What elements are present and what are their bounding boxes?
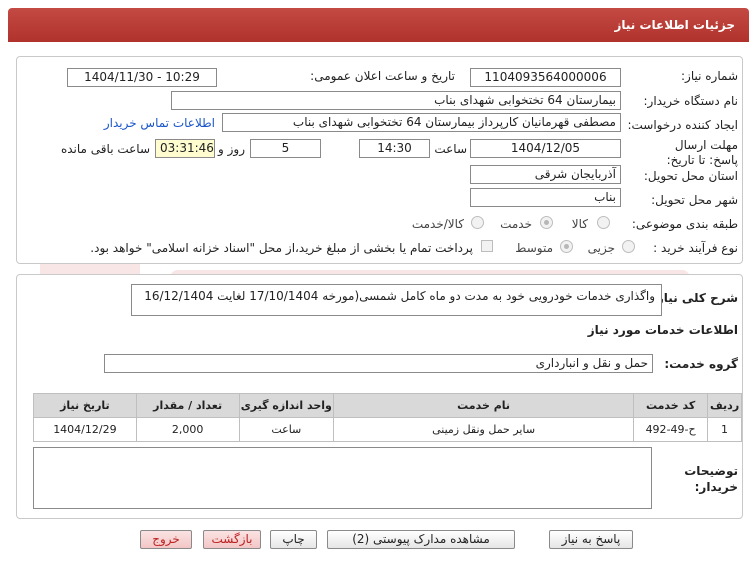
category-service-radio[interactable]: [540, 216, 553, 229]
process-label: نوع فرآیند خرید :: [653, 241, 738, 255]
buyer-org-label: نام دستگاه خریدار:: [643, 94, 739, 108]
col-unit: واحد اندازه گیری: [238, 393, 335, 418]
deadline-label: مهلت ارسال پاسخ: تا تاریخ:: [666, 138, 738, 167]
col-service-code: کد خدمت: [633, 393, 709, 418]
deadline-time-field[interactable]: 14:30: [359, 139, 430, 158]
service-group-label: گروه خدمت:: [664, 357, 738, 371]
deadline-date-field[interactable]: 1404/12/05: [470, 139, 621, 158]
buyer-contact-link[interactable]: اطلاعات تماس خریدار: [104, 116, 215, 130]
process-medium-radio[interactable]: [560, 240, 573, 253]
announce-date-field[interactable]: 1404/11/30 - 10:29: [67, 68, 217, 87]
province-field[interactable]: آذربایجان شرقی: [470, 165, 621, 184]
process-minor-label: جزیی: [587, 241, 615, 255]
back-button[interactable]: بازگشت: [203, 530, 261, 549]
col-row-number: ردیف: [707, 393, 742, 418]
need-info-panel: [16, 56, 743, 264]
cell-unit: ساعت: [238, 417, 335, 442]
creator-label: ایجاد کننده درخواست:: [627, 118, 738, 132]
cell-need-date: 1404/12/29: [33, 417, 137, 442]
cell-service-code: ح-49-492: [633, 417, 709, 442]
category-goods-radio[interactable]: [597, 216, 610, 229]
description-label: شرح کلی نیاز:: [652, 291, 738, 305]
process-minor-radio[interactable]: [622, 240, 635, 253]
cell-quantity: 2,000: [135, 417, 240, 442]
services-section-title: اطلاعات خدمات مورد نیاز: [587, 323, 738, 337]
col-service-name: نام خدمت: [333, 393, 635, 418]
deadline-time-label: ساعت: [434, 142, 467, 156]
creator-field[interactable]: مصطفی قهرمانیان کارپرداز بیمارستان 64 تخ…: [222, 113, 621, 132]
service-group-field[interactable]: حمل و نقل و انبارداری: [104, 354, 653, 373]
remaining-days-field[interactable]: 5: [250, 139, 321, 158]
payment-note: پرداخت تمام یا بخشی از مبلغ خرید،از محل …: [90, 241, 473, 255]
buyer-notes-textarea[interactable]: [33, 447, 652, 509]
remaining-time-field: 03:31:46: [155, 139, 215, 158]
need-number-label: شماره نیاز:: [681, 69, 738, 83]
category-service-label: خدمت: [500, 217, 532, 231]
page-title: جزئیات اطلاعات نیاز: [614, 18, 735, 32]
buyer-org-field[interactable]: بیمارستان 64 تختخوابی شهدای بناب: [171, 91, 621, 110]
services-table: ردیف کد خدمت نام خدمت واحد اندازه گیری ت…: [33, 393, 742, 442]
description-text: واگذاری خدمات خودرویی خود به مدت دو ماه …: [144, 289, 655, 303]
print-button[interactable]: چاپ: [270, 530, 317, 549]
col-need-date: تاریخ نیاز: [33, 393, 137, 418]
treasury-checkbox[interactable]: [481, 240, 493, 252]
attachments-button[interactable]: مشاهده مدارک پیوستی (2): [327, 530, 515, 549]
reply-button[interactable]: پاسخ به نیاز: [549, 530, 633, 549]
category-both-radio[interactable]: [471, 216, 484, 229]
page-title-bar: جزئیات اطلاعات نیاز: [8, 8, 749, 42]
process-medium-label: متوسط: [515, 241, 553, 255]
need-number-field[interactable]: 1104093564000006: [470, 68, 621, 87]
city-label: شهر محل تحویل:: [651, 193, 738, 207]
remaining-label: ساعت باقی مانده: [60, 142, 150, 156]
description-textarea[interactable]: واگذاری خدمات خودرویی خود به مدت دو ماه …: [131, 284, 662, 316]
exit-button[interactable]: خروج: [140, 530, 192, 549]
cell-row-number: 1: [707, 417, 742, 442]
col-quantity: تعداد / مقدار: [135, 393, 240, 418]
category-both-label: کالا/خدمت: [411, 217, 464, 231]
table-row: 1 ح-49-492 سایر حمل ونقل زمینی ساعت 2,00…: [33, 417, 742, 442]
cell-service-name: سایر حمل ونقل زمینی: [333, 417, 635, 442]
category-goods-label: کالا: [571, 217, 588, 231]
province-label: استان محل تحویل:: [643, 169, 738, 183]
days-label: روز و: [218, 142, 245, 156]
city-field[interactable]: بناب: [470, 188, 621, 207]
buyer-notes-label: توضیحات خریدار:: [684, 464, 738, 494]
announce-label: تاریخ و ساعت اعلان عمومی:: [310, 69, 455, 83]
category-label: طبقه بندی موضوعی:: [631, 217, 738, 231]
table-header-row: ردیف کد خدمت نام خدمت واحد اندازه گیری ت…: [33, 393, 742, 418]
